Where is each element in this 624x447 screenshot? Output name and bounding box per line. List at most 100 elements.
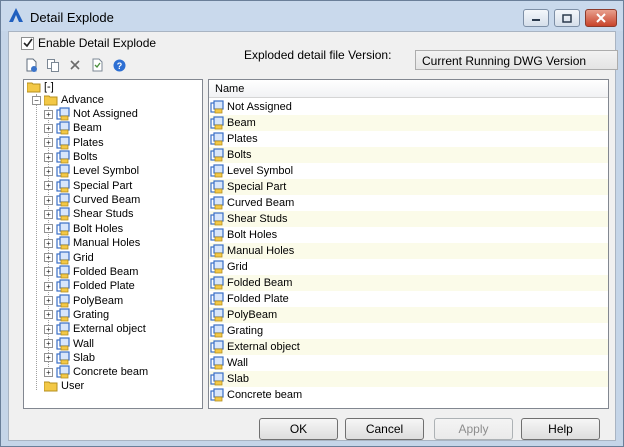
list-item[interactable]: External object [209, 339, 608, 355]
expand-toggle[interactable]: + [44, 123, 53, 133]
tree-node-layer[interactable]: + Beam [44, 121, 102, 135]
list-item[interactable]: Bolt Holes [209, 227, 608, 243]
tree-node-layer[interactable]: + Folded Plate [44, 279, 135, 293]
layer-icon [56, 121, 70, 135]
layer-icon [56, 179, 70, 193]
layer-icon [210, 356, 224, 370]
expand-toggle[interactable]: + [44, 310, 53, 320]
list-item[interactable]: Shear Studs [209, 211, 608, 227]
expand-toggle[interactable]: + [44, 181, 53, 191]
tree-node-layer[interactable]: + Bolts [44, 150, 97, 164]
expand-toggle[interactable]: + [44, 339, 53, 349]
expand-toggle[interactable]: + [44, 166, 53, 176]
layer-tree[interactable]: [-] − Advance + Not Assigned + Beam + Plates +… [23, 79, 203, 409]
tree-node-layer[interactable]: + Level Symbol [44, 164, 139, 178]
collapse-toggle[interactable]: − [32, 95, 41, 105]
tree-node-user[interactable]: User [44, 379, 84, 393]
list-item[interactable]: Grating [209, 323, 608, 339]
cancel-button[interactable]: Cancel [345, 418, 424, 440]
expand-toggle[interactable]: + [44, 209, 53, 219]
tree-node-layer[interactable]: + External object [44, 322, 146, 336]
list-item[interactable]: Plates [209, 131, 608, 147]
list-item[interactable]: Folded Plate [209, 291, 608, 307]
list-item[interactable]: Wall [209, 355, 608, 371]
tree-node-layer[interactable]: + Curved Beam [44, 193, 140, 207]
layer-icon [210, 196, 224, 210]
list-item[interactable]: Special Part [209, 179, 608, 195]
enable-detail-explode-checkbox[interactable] [21, 36, 34, 50]
expand-toggle[interactable]: + [44, 353, 53, 363]
expand-toggle[interactable]: + [44, 238, 53, 248]
layer-icon [210, 180, 224, 194]
list-item[interactable]: Grid [209, 259, 608, 275]
svg-text:?: ? [116, 61, 122, 71]
tree-node-layer[interactable]: + Slab [44, 351, 95, 365]
maximize-button[interactable] [554, 9, 580, 27]
layer-list[interactable]: Name Not Assigned Beam Plates Bolts Level Sy… [208, 79, 609, 409]
expand-toggle[interactable]: + [44, 138, 53, 148]
layer-icon [210, 244, 224, 258]
help-toolbar-button[interactable]: ? [111, 57, 127, 73]
tree-node-layer[interactable]: + Special Part [44, 179, 132, 193]
expand-toggle[interactable]: + [44, 296, 53, 306]
help-button[interactable]: Help [521, 418, 600, 440]
list-item[interactable]: Not Assigned [209, 99, 608, 115]
expand-toggle[interactable]: + [44, 224, 53, 234]
list-item-label: Curved Beam [227, 197, 295, 209]
copy-button[interactable] [45, 57, 61, 73]
title-bar[interactable]: Detail Explode [1, 1, 623, 31]
expand-toggle[interactable]: + [44, 253, 53, 262]
expand-toggle[interactable]: + [44, 152, 53, 162]
close-button[interactable] [585, 9, 617, 27]
tree-node-layer[interactable]: + Grid [44, 250, 94, 265]
tree-node-layer[interactable]: + Grating [44, 308, 109, 322]
list-item-label: Special Part [227, 181, 287, 193]
tree-node-layer[interactable]: + Wall [44, 336, 94, 351]
version-dropdown[interactable]: Current Running DWG Version [415, 50, 618, 70]
properties-icon [92, 58, 102, 72]
tree-node-layer[interactable]: + Folded Beam [44, 265, 138, 279]
list-item[interactable]: Manual Holes [209, 243, 608, 259]
layer-icon [210, 164, 224, 178]
list-item[interactable]: Curved Beam [209, 195, 608, 211]
list-item-label: Grating [227, 325, 264, 337]
ok-button[interactable]: OK [259, 418, 338, 440]
tree-node-layer[interactable]: + Bolt Holes [44, 222, 123, 236]
list-item[interactable]: Level Symbol [209, 163, 608, 179]
tree-node-layer[interactable]: + Manual Holes [44, 236, 140, 250]
list-item[interactable]: Concrete beam [209, 387, 608, 403]
list-item[interactable]: Bolts [209, 147, 608, 163]
tree-node-layer[interactable]: + Shear Studs [44, 207, 134, 221]
tree-node-layer[interactable]: + Not Assigned [44, 107, 138, 121]
tree-root[interactable]: [-] [27, 80, 54, 94]
tree-node-label: Curved Beam [73, 194, 141, 207]
enable-detail-explode-row[interactable]: Enable Detail Explode [21, 36, 156, 50]
delete-button[interactable] [67, 57, 83, 73]
apply-button[interactable]: Apply [434, 418, 513, 440]
expand-toggle[interactable]: + [44, 324, 53, 334]
minimize-button[interactable] [523, 9, 549, 27]
version-label: Exploded detail file Version: [244, 48, 392, 62]
layer-icon [210, 228, 224, 242]
tree-node-advance[interactable]: − Advance [32, 93, 104, 107]
expand-toggle[interactable]: + [44, 109, 53, 119]
new-button[interactable] [23, 57, 39, 73]
close-icon [596, 13, 606, 23]
tree-node-layer[interactable]: + Concrete beam [44, 365, 148, 379]
list-item-label: Folded Beam [227, 277, 293, 289]
list-header-name[interactable]: Name [209, 80, 608, 98]
expand-toggle[interactable]: + [44, 195, 53, 205]
expand-toggle[interactable]: + [44, 367, 53, 377]
list-item[interactable]: PolyBeam [209, 307, 608, 323]
version-dropdown-value: Current Running DWG Version [422, 54, 587, 68]
expand-toggle[interactable]: + [44, 267, 53, 277]
tree-node-layer[interactable]: + Plates [44, 136, 104, 150]
tree-root-label: [-] [44, 81, 54, 93]
list-item[interactable]: Folded Beam [209, 275, 608, 291]
list-item[interactable]: Slab [209, 371, 608, 387]
list-item[interactable]: Beam [209, 115, 608, 131]
tree-node-layer[interactable]: + PolyBeam [44, 293, 123, 308]
properties-button[interactable] [89, 57, 105, 73]
expand-toggle[interactable]: + [44, 281, 53, 291]
folder-open-icon [44, 95, 58, 105]
